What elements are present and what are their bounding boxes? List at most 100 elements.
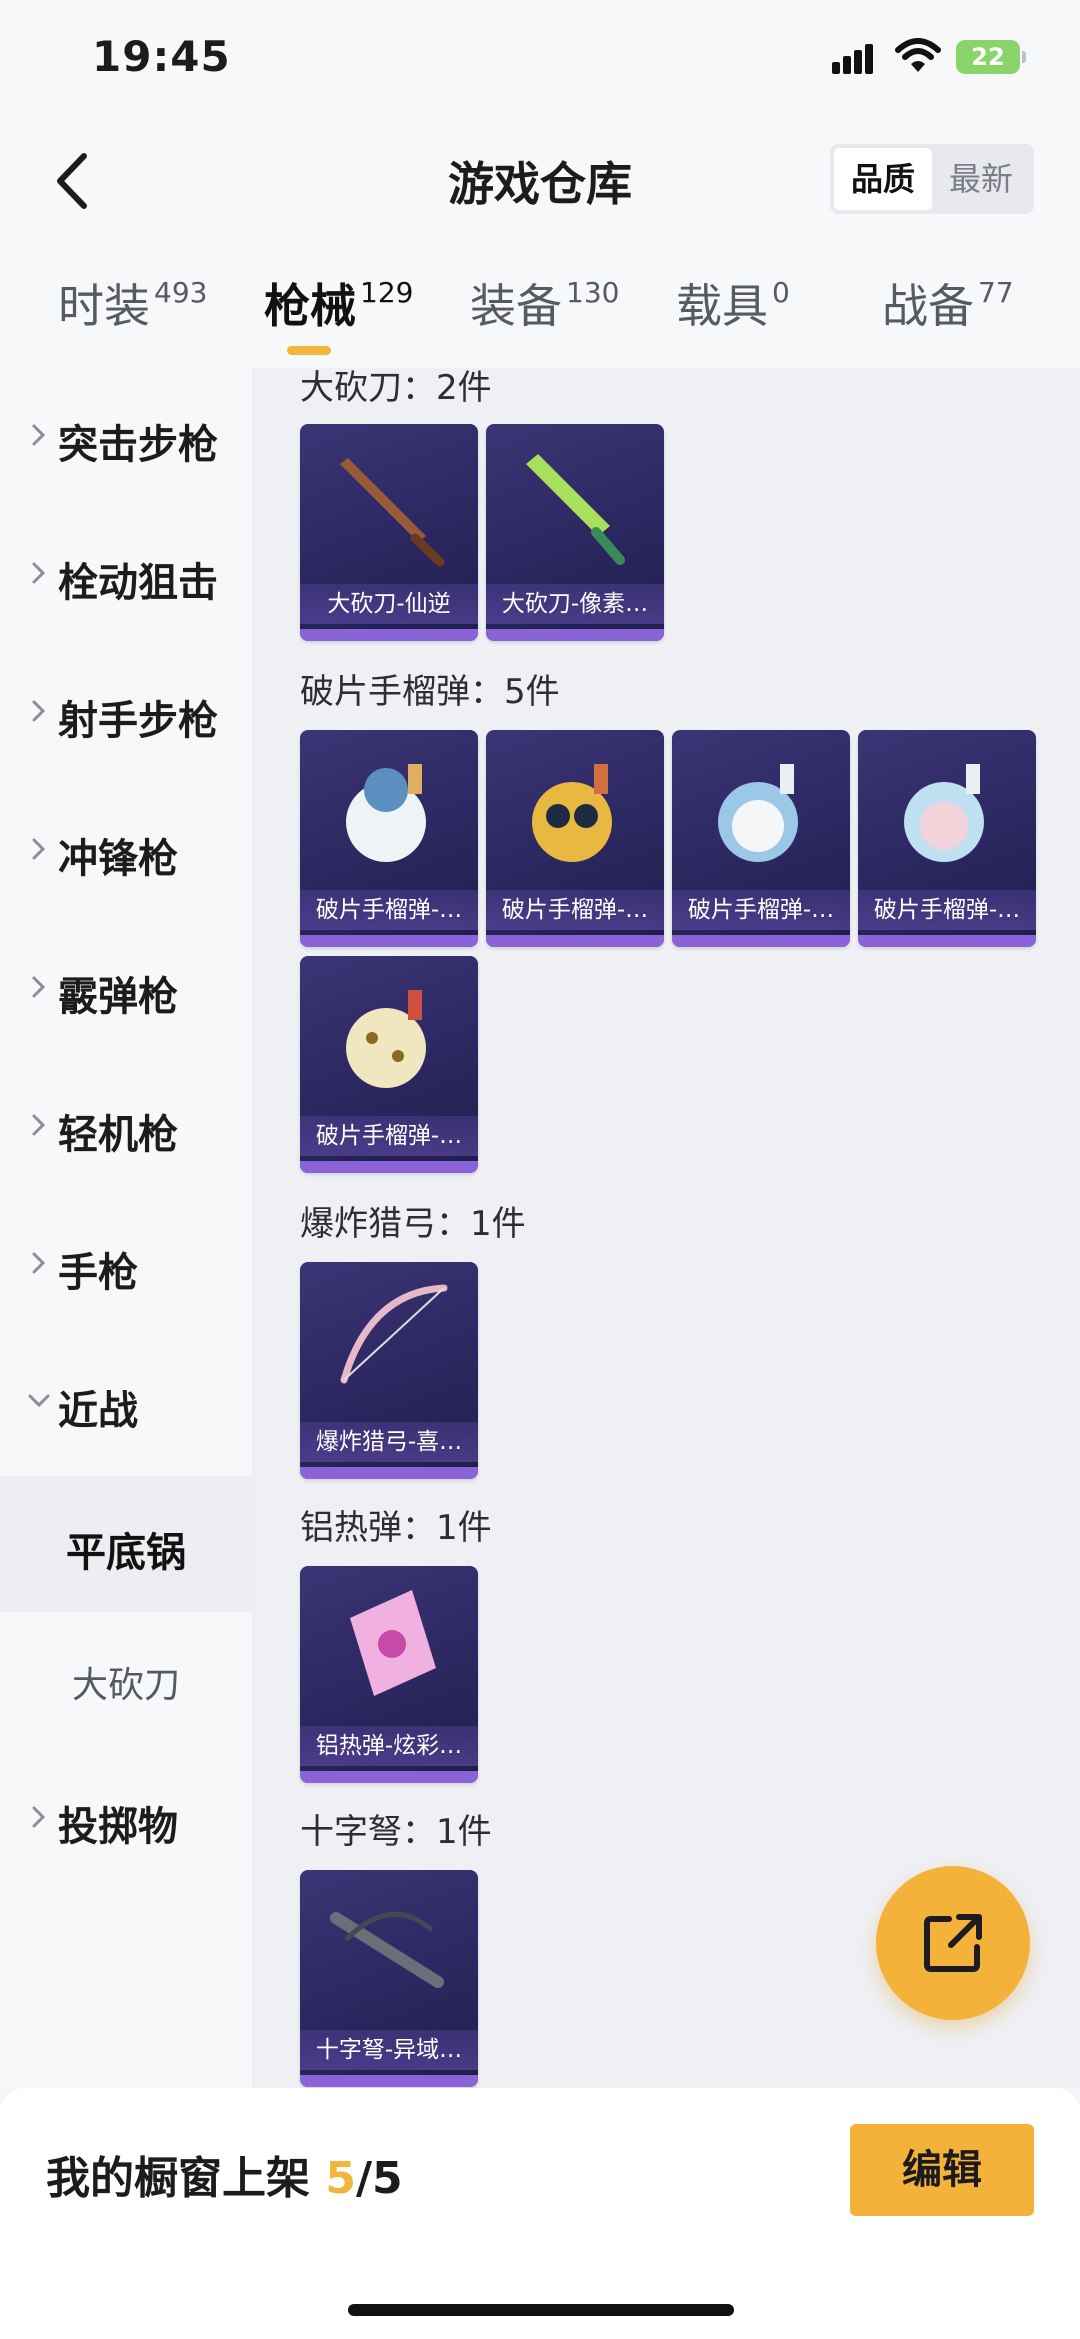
sidebar-item-smg[interactable]: 冲锋枪 (0, 782, 252, 918)
tab-count: 0 (772, 276, 790, 309)
sidebar-item-throwables[interactable]: 投掷物 (0, 1750, 252, 1886)
sort-toggle: 品质 最新 (830, 144, 1034, 214)
showcase-status: 我的橱窗上架 5/5 (46, 2142, 403, 2206)
item-name: 铝热弹-炫彩… (300, 1726, 478, 1766)
tab-fashion[interactable]: 时装 493 (58, 270, 207, 350)
chevron-right-icon (32, 700, 46, 722)
sidebar-item-pistol[interactable]: 手枪 (0, 1196, 252, 1332)
tab-label: 枪械 (264, 279, 356, 333)
tab-label: 装备 (470, 279, 562, 333)
item-card[interactable]: 十字弩-异域… (300, 1870, 478, 2087)
chevron-right-icon (32, 1114, 46, 1136)
chevron-right-icon (32, 1806, 46, 1828)
bow-icon (340, 1284, 448, 1384)
share-out-icon (924, 1914, 982, 1972)
chevron-right-icon (32, 424, 46, 446)
group-title: 大砍刀：2件 (300, 368, 492, 408)
sidebar-item-bolt-sniper[interactable]: 栓动狙击 (0, 506, 252, 642)
chevron-right-icon (32, 838, 46, 860)
signal-icon (832, 44, 882, 74)
item-card[interactable]: 破片手榴弹-… (672, 730, 850, 947)
status-bar: 19:45 22 (0, 0, 1080, 110)
group-title: 爆炸猎弓：1件 (300, 1204, 526, 1244)
showcase-total: /5 (355, 2153, 403, 2204)
sidebar-item-label: 霰弹枪 (58, 974, 178, 1020)
grenade-icon (346, 990, 426, 1088)
active-tab-indicator (287, 346, 331, 355)
item-name: 破片手榴弹-… (300, 890, 478, 930)
rarity-bar (486, 935, 664, 947)
tab-label: 时装 (58, 279, 150, 333)
crossbow-icon (330, 1911, 444, 1988)
showcase-count: 5 (325, 2153, 356, 2204)
sidebar-item-shotgun[interactable]: 霰弹枪 (0, 920, 252, 1056)
item-card[interactable]: 破片手榴弹-… (858, 730, 1036, 947)
rarity-bar (858, 935, 1036, 947)
bottom-bar: 我的橱窗上架 5/5 编辑 (0, 2088, 1080, 2339)
rarity-bar (672, 935, 850, 947)
sidebar-subitem-frying-pan[interactable]: 平底锅 (0, 1476, 252, 1612)
grenade-icon (346, 764, 426, 862)
tab-label: 战备 (882, 279, 974, 333)
sidebar-item-label: 突击步枪 (58, 422, 218, 468)
rarity-bar (300, 1771, 478, 1783)
rarity-bar (300, 1467, 478, 1479)
tab-count: 77 (978, 276, 1014, 309)
home-indicator (348, 2304, 734, 2316)
item-name: 大砍刀-仙逆 (300, 584, 478, 624)
grenade-icon (532, 764, 612, 862)
item-card[interactable]: 铝热弹-炫彩… (300, 1566, 478, 1783)
item-name: 十字弩-异域… (300, 2030, 478, 2070)
tab-count: 129 (360, 276, 414, 309)
tab-equipment[interactable]: 装备 130 (470, 270, 619, 350)
chevron-down-icon (28, 1394, 50, 1408)
wifi-icon (894, 36, 942, 76)
item-name: 破片手榴弹-… (300, 1116, 478, 1156)
rarity-bar (300, 2075, 478, 2087)
tab-label: 载具 (676, 279, 768, 333)
sidebar-item-assault-rifle[interactable]: 突击步枪 (0, 368, 252, 504)
share-button[interactable] (876, 1866, 1030, 2020)
thermite-icon (350, 1590, 436, 1696)
item-name: 破片手榴弹-… (672, 890, 850, 930)
tab-count: 130 (566, 276, 620, 309)
sidebar-item-label: 手枪 (58, 1250, 138, 1296)
group-title: 破片手榴弹：5件 (300, 672, 560, 712)
tab-vehicles[interactable]: 载具 0 (676, 270, 790, 350)
item-name: 大砍刀-像素… (486, 584, 664, 624)
item-card[interactable]: 大砍刀-像素… (486, 424, 664, 641)
sidebar-subitem-machete[interactable]: 大砍刀 (0, 1612, 252, 1748)
item-name: 破片手榴弹-… (858, 890, 1036, 930)
item-card[interactable]: 破片手榴弹-… (486, 730, 664, 947)
sidebar-item-marksman-rifle[interactable]: 射手步枪 (0, 644, 252, 780)
grenade-icon (718, 764, 798, 862)
group-title: 铝热弹：1件 (300, 1508, 492, 1548)
item-card[interactable]: 爆炸猎弓-喜… (300, 1262, 478, 1479)
tab-count: 493 (154, 276, 208, 309)
item-card[interactable]: 破片手榴弹-… (300, 730, 478, 947)
item-name: 爆炸猎弓-喜… (300, 1422, 478, 1462)
sidebar-item-label: 轻机枪 (58, 1112, 178, 1158)
sidebar-subitem-label: 平底锅 (66, 1530, 186, 1576)
tab-battle-prep[interactable]: 战备 77 (882, 270, 1014, 350)
sidebar-subitem-label: 大砍刀 (71, 1665, 180, 1706)
sidebar-item-lmg[interactable]: 轻机枪 (0, 1058, 252, 1194)
edit-button[interactable]: 编辑 (850, 2124, 1034, 2216)
sort-quality-button[interactable]: 品质 (834, 148, 932, 210)
item-card[interactable]: 破片手榴弹-… (300, 956, 478, 1173)
rarity-bar (486, 629, 664, 641)
item-name: 破片手榴弹-… (486, 890, 664, 930)
tab-firearms[interactable]: 枪械 129 (264, 270, 413, 350)
rarity-bar (300, 935, 478, 947)
chevron-right-icon (32, 1252, 46, 1274)
group-title: 十字弩：1件 (300, 1812, 492, 1852)
sort-newest-button[interactable]: 最新 (932, 148, 1030, 210)
item-card[interactable]: 大砍刀-仙逆 (300, 424, 478, 641)
top-area: 19:45 22 游戏仓库 品质 最新 时装 493 枪械 129 装备 130 载具… (0, 0, 1080, 368)
chevron-right-icon (32, 562, 46, 584)
category-tabs: 时装 493 枪械 129 装备 130 载具 0 战备 77 (0, 270, 1080, 350)
sidebar-item-label: 栓动狙击 (58, 560, 218, 606)
item-list: 大砍刀：2件 大砍刀-仙逆 大砍刀-像素… 破片手榴弹：5件 破片手榴弹-… 破… (252, 368, 1080, 2088)
rarity-bar (300, 1161, 478, 1173)
sidebar-item-melee[interactable]: 近战 (0, 1334, 252, 1470)
